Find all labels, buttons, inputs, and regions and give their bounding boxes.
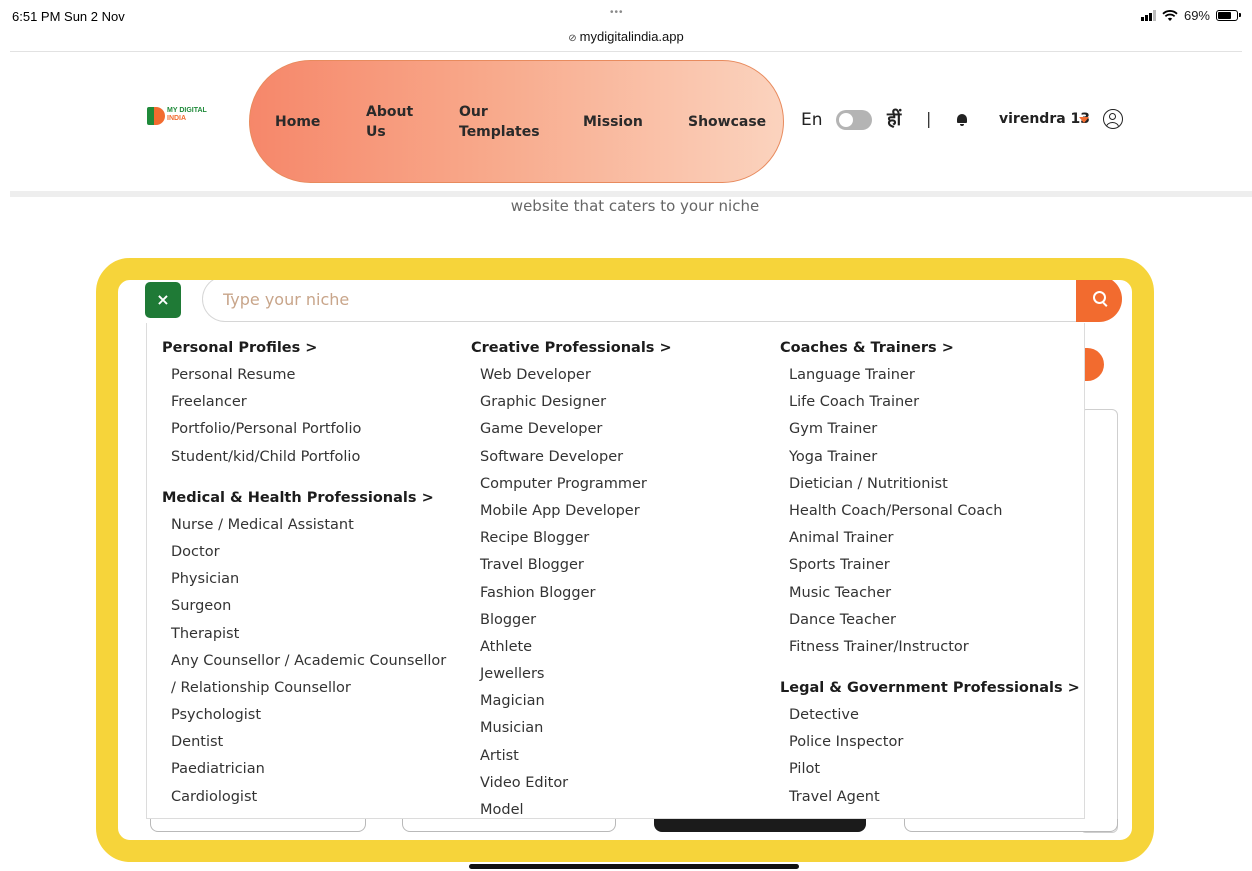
status-icons: 69% [1140, 8, 1241, 23]
tab-dots[interactable]: ••• [610, 7, 624, 18]
nav-showcase[interactable]: Showcase [688, 112, 766, 132]
site-header: MY DIGITAL INDIA Home About Us Our Templa… [0, 52, 1252, 192]
logo-text-line2: INDIA [167, 115, 187, 122]
home-indicator[interactable] [469, 864, 799, 869]
status-bar: 6:51 PM Sun 2 Nov ••• ⊘ mydigitalindia.ap… [0, 0, 1252, 50]
user-icon[interactable] [1103, 109, 1123, 129]
status-time: 6:51 PM Sun 2 Nov [12, 9, 125, 24]
logo[interactable]: MY DIGITAL INDIA [147, 107, 207, 125]
battery-icon [1216, 10, 1241, 21]
nav-home[interactable]: Home [275, 112, 320, 132]
url-text: mydigitalindia.app [579, 29, 684, 44]
nav-about[interactable]: About Us [366, 102, 413, 142]
nav-about-line1: About [366, 104, 414, 120]
lang-hindi[interactable]: हीं [887, 107, 901, 131]
highlight-annotation [96, 258, 1154, 862]
signal-icon [1140, 10, 1156, 21]
lock-icon: ⊘ [568, 33, 577, 44]
lang-en[interactable]: En [801, 110, 823, 130]
address-bar[interactable]: ⊘ mydigitalindia.app [0, 29, 1252, 44]
language-toggle[interactable] [836, 110, 872, 130]
subtitle: website that caters to your niche [510, 197, 760, 215]
logo-mark-icon [147, 107, 165, 125]
toggle-knob [839, 113, 853, 127]
nav-templates[interactable]: Our Templates [459, 102, 540, 142]
caret-down-icon[interactable] [1079, 117, 1089, 123]
logo-text-line1: MY DIGITAL [167, 107, 207, 114]
username[interactable]: virendra 13 [999, 111, 1090, 127]
separator: | [926, 109, 932, 128]
nav-templates-line1: Our [459, 104, 488, 120]
battery-percent: 69% [1183, 8, 1210, 23]
nav-mission[interactable]: Mission [583, 112, 643, 132]
nav-templates-line2: Templates [459, 124, 540, 140]
wifi-icon [1162, 9, 1178, 21]
nav-about-line2: Us [366, 124, 386, 140]
bell-icon[interactable] [957, 114, 967, 126]
